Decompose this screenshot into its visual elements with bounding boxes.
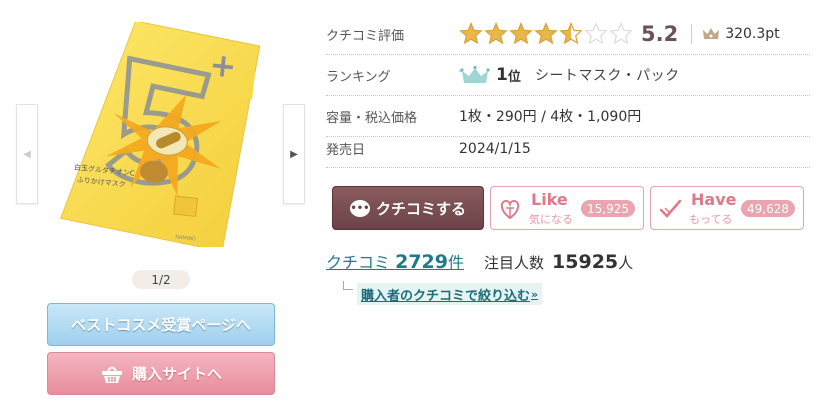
ranking-label: ランキング: [326, 69, 391, 85]
basket-icon: [101, 366, 122, 383]
review-count-unit: 件: [448, 253, 465, 272]
star-icon: [509, 22, 533, 45]
write-review-label: クチコミする: [375, 199, 466, 218]
like-sublabel: 気になる: [529, 213, 573, 226]
svg-text:+: +: [208, 45, 239, 86]
like-button[interactable]: Like 気になる 15,925: [490, 186, 644, 230]
capacity-value: 1枚・290円 / 4枚・1,090円: [459, 109, 642, 125]
star-icon: [459, 22, 483, 45]
gallery-next-button[interactable]: ▶: [283, 104, 305, 204]
crown-icon: [703, 28, 720, 39]
star-icon: [584, 22, 608, 45]
heart-icon: [500, 199, 520, 220]
like-count: 15,925: [581, 200, 635, 217]
divider: [691, 24, 693, 44]
buy-site-button[interactable]: 購入サイトへ: [47, 352, 275, 395]
rating-label: クチコミ評価: [326, 28, 405, 44]
check-icon: [659, 199, 682, 218]
filter-link-label: 購入者のクチコミで絞り込む: [361, 288, 531, 304]
svg-text:*: *: [459, 69, 462, 76]
write-review-button[interactable]: ••• クチコミする: [332, 186, 484, 230]
star-icon: [534, 22, 558, 45]
ranking-row: ランキング * 1 位 シートマスク・パック: [326, 55, 810, 96]
release-value: 2024/1/15: [459, 140, 531, 157]
have-sublabel: もってる: [689, 213, 733, 226]
gallery-prev-button[interactable]: ◀: [16, 104, 38, 204]
have-button[interactable]: Have もってる 49,628: [650, 186, 804, 230]
ranking-category: シートマスク・パック: [534, 68, 680, 84]
star-icon: [484, 22, 508, 45]
attention-unit: 人: [618, 254, 634, 272]
rating-row: クチコミ評価 5.2 320.3pt: [326, 14, 810, 55]
ranking-link[interactable]: * 1 位 シートマスク・パック: [459, 65, 680, 85]
product-image[interactable]: + 白玉グルタチオンC ふりかけマスク NAMING: [52, 22, 264, 247]
ranking-number: 1: [496, 65, 508, 85]
have-count: 49,628: [741, 200, 795, 217]
best-cosme-button[interactable]: ベストコスメ受賞ページへ: [47, 303, 275, 346]
page-indicator: 1/2: [132, 270, 190, 289]
star-icon: [609, 22, 633, 45]
points-value: 320.3pt: [725, 26, 780, 42]
attention-label: 注目人数: [484, 254, 545, 272]
like-label: Like: [531, 190, 568, 209]
review-link-prefix: クチコミ: [326, 253, 391, 272]
filter-connector: [343, 281, 353, 290]
review-count: 2729: [395, 251, 448, 273]
star-icon: [559, 22, 583, 45]
attention-count: 15925: [552, 251, 619, 273]
buy-site-label: 購入サイトへ: [131, 365, 222, 383]
double-chevron-right-icon: »: [531, 287, 539, 301]
chevron-right-icon: ▶: [290, 148, 298, 160]
release-label: 発売日: [326, 143, 366, 158]
rating-stars: [459, 22, 633, 46]
review-count-link[interactable]: クチコミ 2729件: [326, 249, 464, 273]
have-label: Have: [691, 190, 737, 209]
rating-score: 5.2: [641, 22, 679, 46]
review-summary: クチコミ 2729件 注目人数 15925 人: [326, 249, 633, 273]
speech-bubble-icon: •••: [349, 199, 370, 217]
ranking-suffix: 位: [507, 69, 521, 85]
filter-buyer-reviews-link[interactable]: 購入者のクチコミで絞り込む »: [357, 283, 543, 305]
chevron-left-icon: ◀: [23, 148, 31, 160]
ranking-crown-icon: *: [459, 65, 490, 83]
release-row: 発売日 2024/1/15: [326, 130, 810, 168]
capacity-label: 容量・税込価格: [326, 110, 418, 126]
